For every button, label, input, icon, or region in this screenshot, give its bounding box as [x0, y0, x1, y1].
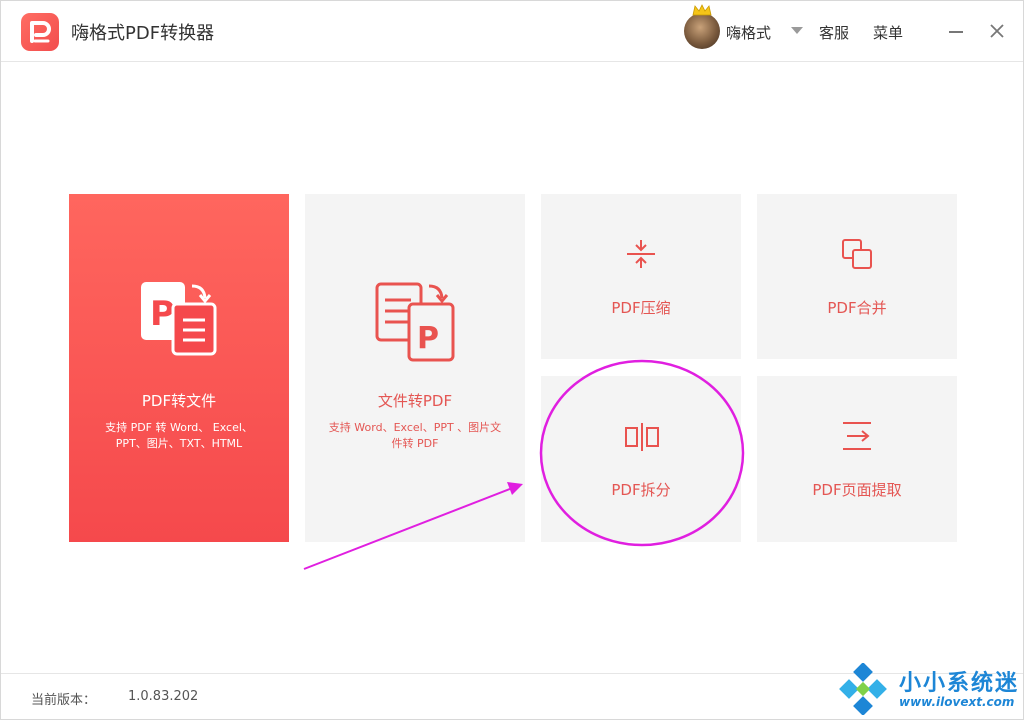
card-description: 支持 Word、Excel、PPT 、图片文 件转 PDF	[317, 420, 513, 452]
watermark-logo-icon	[839, 663, 887, 715]
app-window: 嗨格式PDF转换器 嗨格式 客服 菜单 P PDF转文件 支持 PDF 转 Wo…	[0, 0, 1024, 720]
svg-text:P: P	[150, 294, 175, 334]
file-to-pdf-card[interactable]: P 文件转PDF 支持 Word、Excel、PPT 、图片文 件转 PDF	[305, 194, 525, 542]
customer-service-button[interactable]: 客服	[819, 22, 849, 43]
card-title: PDF拆分	[611, 481, 671, 499]
pdf-page-extract-card[interactable]: PDF页面提取	[757, 376, 957, 542]
version-label: 当前版本：	[31, 693, 97, 708]
minimize-icon[interactable]	[949, 31, 963, 33]
card-description-line: PPT、图片、TXT、HTML	[115, 437, 243, 450]
app-logo-icon	[21, 13, 59, 51]
pdf-to-file-card[interactable]: P PDF转文件 支持 PDF 转 Word、 Excel、 PPT、图片、TX…	[69, 194, 289, 542]
card-description: 支持 PDF 转 Word、 Excel、 PPT、图片、TXT、HTML	[91, 420, 267, 452]
pdf-to-file-icon: P	[141, 282, 217, 356]
pdf-merge-card[interactable]: PDF合并	[757, 194, 957, 359]
watermark-title: 小小系统迷	[899, 671, 1020, 696]
card-title: PDF页面提取	[812, 481, 902, 499]
merge-icon	[842, 239, 872, 269]
card-description-line: 支持 PDF 转 Word、 Excel、	[105, 421, 253, 434]
chevron-down-icon[interactable]	[791, 27, 803, 34]
card-title: PDF转文件	[141, 392, 217, 410]
card-description-line: 件转 PDF	[391, 437, 439, 450]
extract-icon	[843, 422, 871, 450]
pdf-split-card[interactable]: PDF拆分	[541, 376, 741, 542]
username[interactable]: 嗨格式	[726, 22, 771, 43]
close-icon[interactable]	[989, 23, 1005, 39]
card-description-line: 支持 Word、Excel、PPT 、图片文	[328, 421, 502, 434]
watermark-url: www.ilovext.com	[899, 695, 1015, 709]
card-title: PDF合并	[827, 299, 887, 317]
card-title: PDF压缩	[611, 299, 671, 317]
title-bar: 嗨格式PDF转换器 嗨格式 客服 菜单	[1, 1, 1023, 62]
avatar[interactable]	[684, 4, 720, 49]
split-icon	[625, 423, 659, 451]
card-title: 文件转PDF	[377, 392, 453, 410]
crown-icon	[692, 4, 712, 16]
compress-icon	[627, 240, 655, 268]
version-value: 1.0.83.202	[128, 689, 199, 704]
file-to-pdf-icon: P	[375, 282, 455, 362]
menu-button[interactable]: 菜单	[873, 22, 903, 43]
app-title: 嗨格式PDF转换器	[71, 23, 215, 44]
pdf-compress-card[interactable]: PDF压缩	[541, 194, 741, 359]
svg-text:P: P	[417, 321, 439, 356]
